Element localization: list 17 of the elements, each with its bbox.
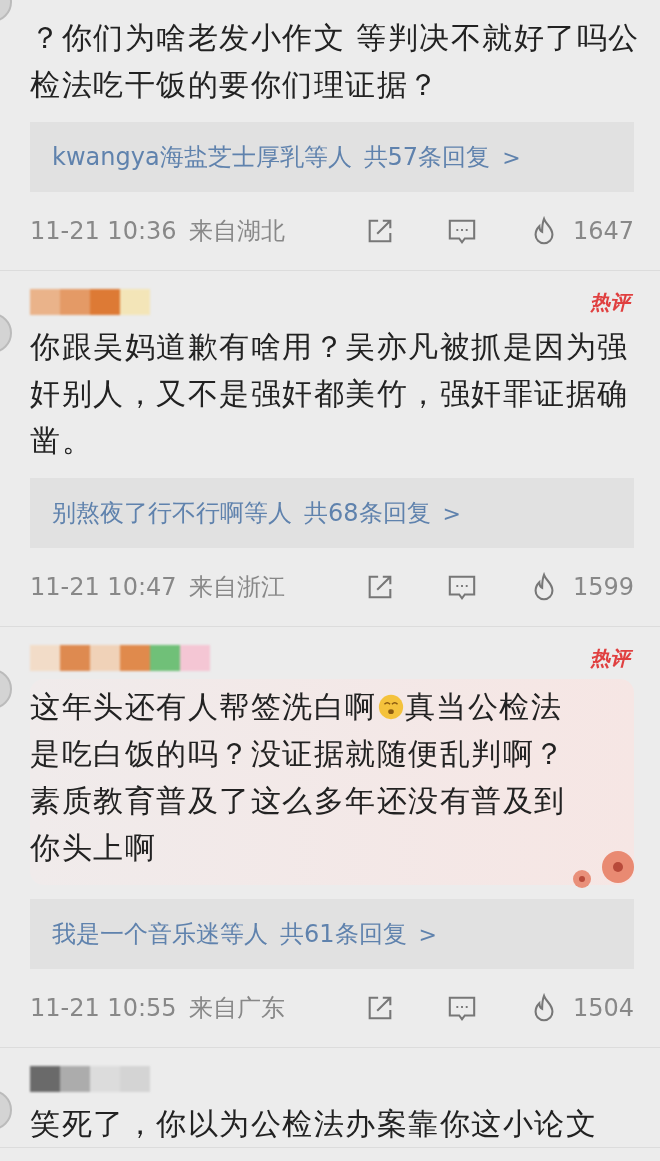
like-count: 1504 [572, 994, 634, 1022]
comment-time: 11-21 10:47 [30, 573, 177, 601]
comment-location: 来自广东 [188, 993, 285, 1024]
comment-time: 11-21 10:36 [30, 217, 177, 245]
like-count: 1599 [572, 573, 634, 601]
replies-link[interactable]: 别熬夜了行不行啊等人 共68条回复 > [30, 478, 634, 548]
comment-location: 来自浙江 [188, 572, 285, 603]
replies-link[interactable]: kwangya海盐芝士厚乳等人 共57条回复 > [30, 122, 634, 192]
comment-text: 这年头还有人帮签洗白啊 真当公检法是吃白饭的吗？没证据就随便乱判啊？素质教育普及了这么多年还没有普及到你头上啊 [30, 688, 567, 867]
replies-link[interactable]: 我是一个音乐迷等人 共61条回复 > [30, 899, 634, 969]
comment-time: 11-21 10:55 [30, 994, 177, 1022]
comment-text: 你跟吴妈道歉有啥用？吴亦凡被抓是因为强奸别人，又不是强奸都美竹，强奸罪证据确凿。 [30, 328, 630, 460]
like-count: 1647 [572, 217, 634, 245]
comment-text: 笑死了，你以为公检法办案靠你这小论文 [30, 1105, 598, 1143]
comment-text: ？你们为啥老发小作文 等判决不就好了吗公检法吃干饭的要你们理证据？ [30, 19, 641, 104]
comment-location: 来自湖北 [188, 216, 285, 247]
emoji-icon [376, 693, 405, 721]
